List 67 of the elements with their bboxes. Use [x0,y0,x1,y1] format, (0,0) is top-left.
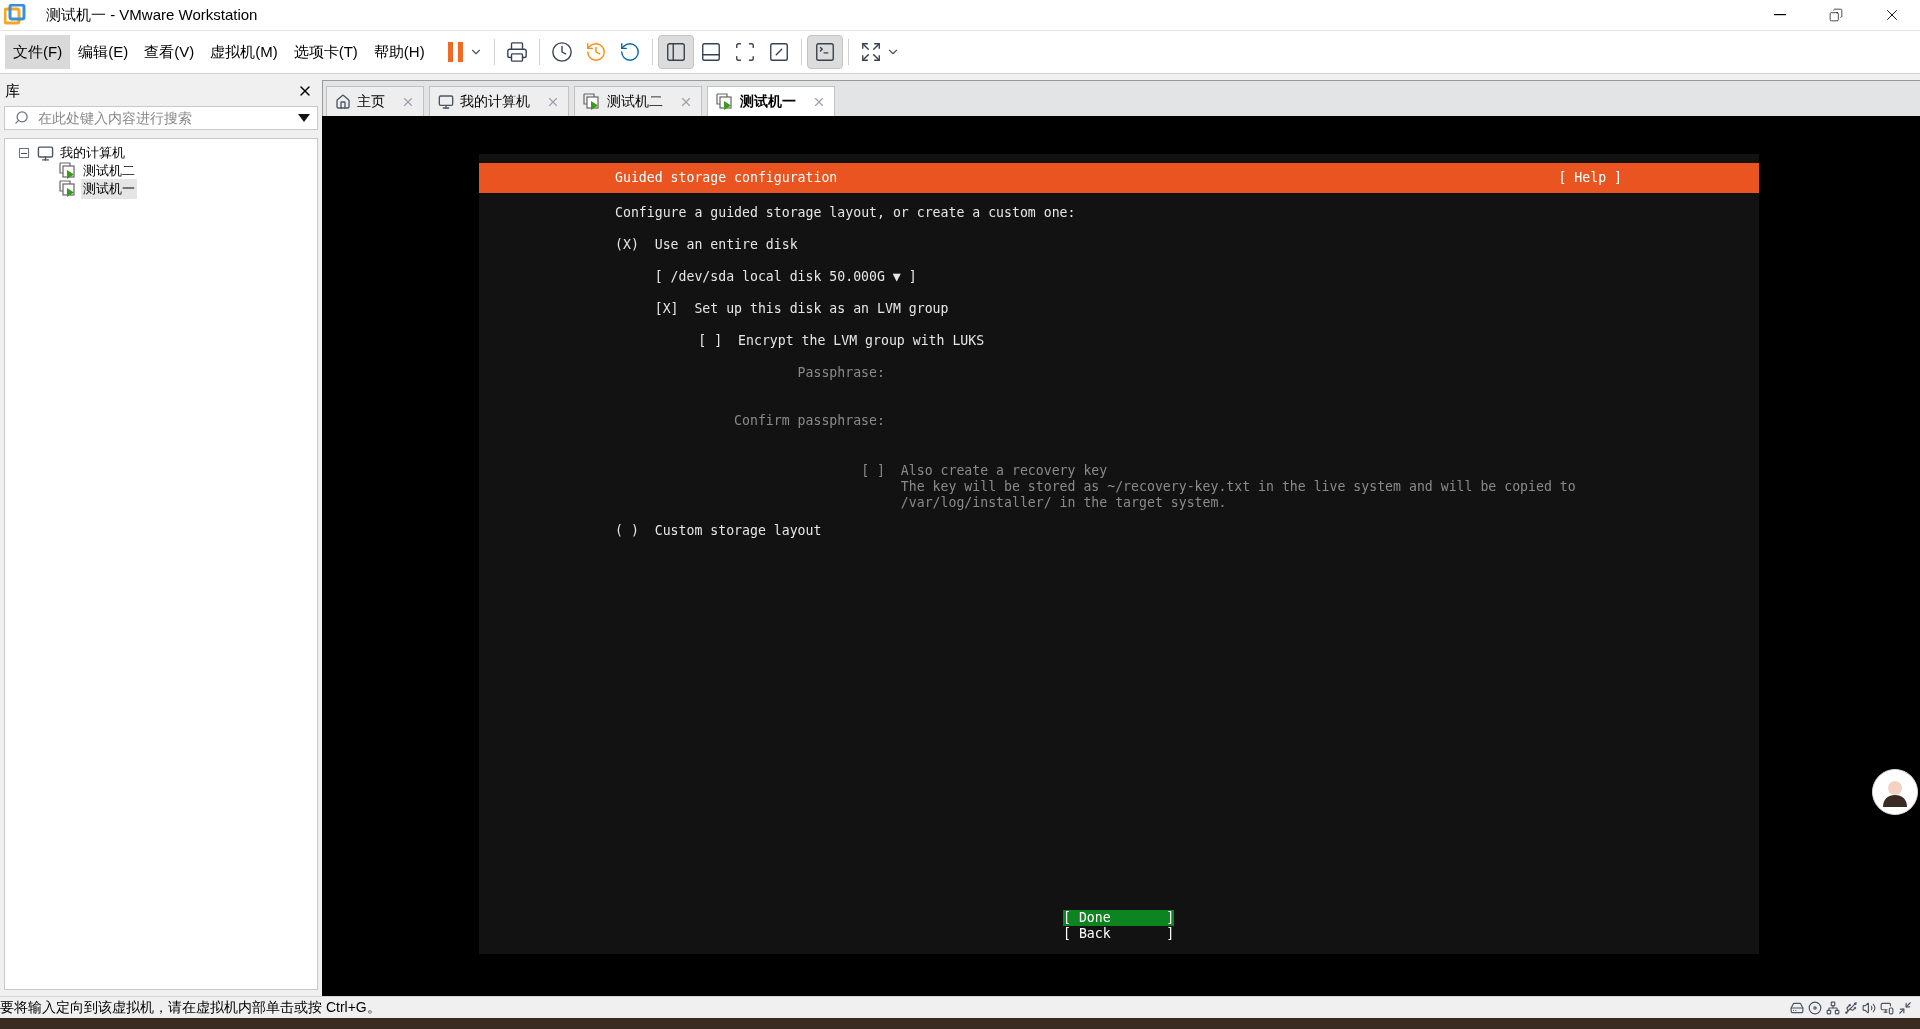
field-label: Passphrase: [796,364,885,383]
disk-dropdown[interactable]: [ /dev/sda local disk 50.000G ▼ ] [654,267,917,287]
display-icon[interactable] [1880,1000,1894,1015]
help-text: The key will be stored as ~/recovery-key.txt in the live system and will be copied to [900,479,1576,495]
panel-bottom-icon [699,41,722,63]
menu-item[interactable]: 查看(V) [136,35,203,69]
collapse-toggle[interactable] [19,148,29,158]
search-icon [14,110,29,125]
usb-icon[interactable] [1844,1000,1858,1015]
checkbox-label: Also create a recovery key [900,463,1109,479]
field-label: Confirm passphrase: [733,412,885,431]
checkbox-option[interactable]: [ ] Encrypt the LVM group with LUKS [698,331,985,351]
app-logo [4,4,26,26]
speaker-icon[interactable] [1862,1000,1876,1015]
pause-icon [446,41,465,63]
installer-button[interactable]: [ Back ] [1063,926,1175,942]
clock-icon [550,41,573,63]
vm-screen[interactable] [322,116,1920,996]
menu-item[interactable]: 虚拟机(M) [202,35,286,69]
library-title: 库 [5,80,20,101]
toolbar-button[interactable] [806,35,843,69]
installer-button[interactable]: [ Done ] [1063,910,1175,926]
shrink-icon[interactable] [1898,1000,1912,1015]
vm-icon [59,162,77,180]
tree-item[interactable]: 测试机二 [81,161,137,181]
terminal-icon [813,41,836,63]
printer-icon [505,41,528,63]
search-field[interactable]: 在此处键入内容进行搜索 [4,106,318,130]
expand-icon [859,41,882,63]
menu-item[interactable]: 编辑(E) [70,35,137,69]
menu-item[interactable]: 帮助(H) [365,35,433,69]
window-title: 测试机一 - VMware Workstation [46,4,258,25]
restore-icon [1829,8,1843,22]
radio-option[interactable]: ( ) Custom storage layout [615,515,822,547]
crossed-square-icon [767,41,790,63]
monitor-icon [37,144,54,162]
tab[interactable]: 主页 [326,86,424,116]
monitor-icon [438,93,454,110]
hard-drive-icon[interactable] [1790,1000,1804,1015]
menu-item[interactable]: 选项卡(T) [285,35,366,69]
assistant-avatar[interactable] [1872,769,1918,815]
vm-icon [59,180,77,198]
intro-text: Configure a guided storage layout, or create a custom one: [615,204,1076,223]
minimize-icon [1774,14,1786,16]
tree-item[interactable]: 我的计算机 [58,143,127,163]
tree-item[interactable]: 测试机一 [81,179,137,199]
rotate-icon [618,41,641,63]
history-icon [584,41,607,63]
vm-icon [583,92,601,111]
status-message: 要将输入定向到该虚拟机，请在虚拟机内部单击或按 Ctrl+G。 [0,998,381,1017]
toolbar-button[interactable] [657,35,694,69]
disc-icon[interactable] [1808,1000,1822,1015]
tab[interactable]: 我的计算机 [429,86,569,116]
dropdown-icon [298,114,310,122]
menu-item[interactable]: 文件(F) [5,35,71,69]
tab[interactable]: 测试机一 [707,86,835,116]
help-text: /var/log/installer/ in the target system. [900,495,1228,511]
network-icon[interactable] [1826,1000,1840,1015]
home-icon [335,93,351,110]
radio-option[interactable]: (X) Use an entire disk [615,229,798,261]
header-title: Guided storage configuration [615,169,838,188]
checkbox-option[interactable]: [X] Set up this disk as an LVM group [654,299,949,319]
vm-icon [716,92,734,111]
help-button[interactable]: [ Help ] [1558,168,1622,188]
fullscreen-icon [733,41,756,63]
tab[interactable]: 测试机二 [574,86,702,116]
sidebar-icon [664,41,687,63]
